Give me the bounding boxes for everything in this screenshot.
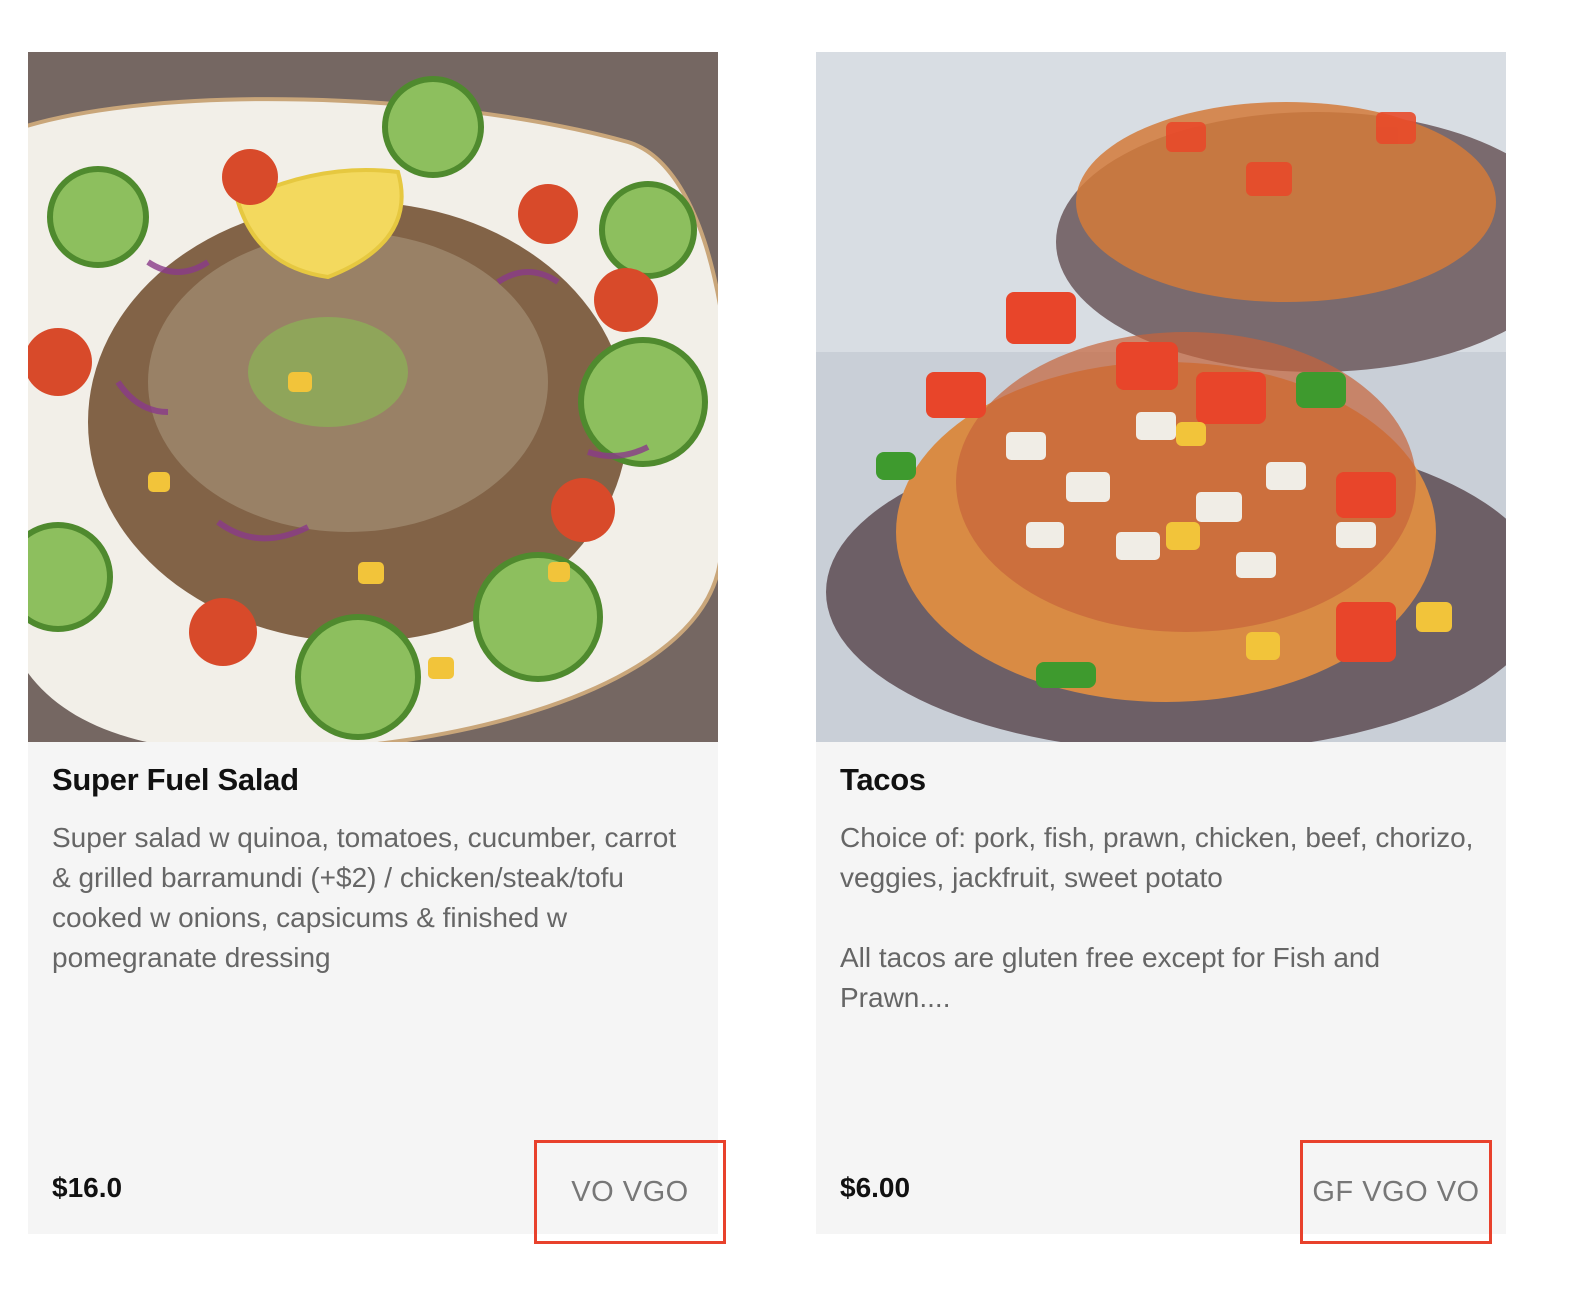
item-title: Super Fuel Salad [52, 762, 299, 797]
description-line: All tacos are gluten free except for Fis… [840, 942, 1381, 1013]
menu-card-super-fuel-salad[interactable]: Super Fuel Salad Super salad w quinoa, t… [28, 52, 726, 1244]
item-price: $16.0 [52, 1172, 123, 1203]
item-title: Tacos [840, 762, 926, 797]
salad-photo [28, 52, 718, 742]
item-description: Super salad w quinoa, tomatoes, cucumber… [52, 818, 702, 978]
tacos-photo [816, 52, 1506, 742]
description-line: Choice of: pork, fish, prawn, chicken, b… [840, 822, 1474, 893]
item-price: $6.00 [840, 1172, 911, 1203]
menu-card-tacos[interactable]: Tacos Choice of: pork, fish, prawn, chic… [816, 52, 1506, 1244]
item-description: Choice of: pork, fish, prawn, chicken, b… [840, 818, 1490, 1018]
dietary-tags: GF VGO VO [1300, 1140, 1492, 1244]
description-line: Super salad w quinoa, tomatoes, cucumber… [52, 822, 677, 973]
dietary-tags: VO VGO [534, 1140, 726, 1244]
